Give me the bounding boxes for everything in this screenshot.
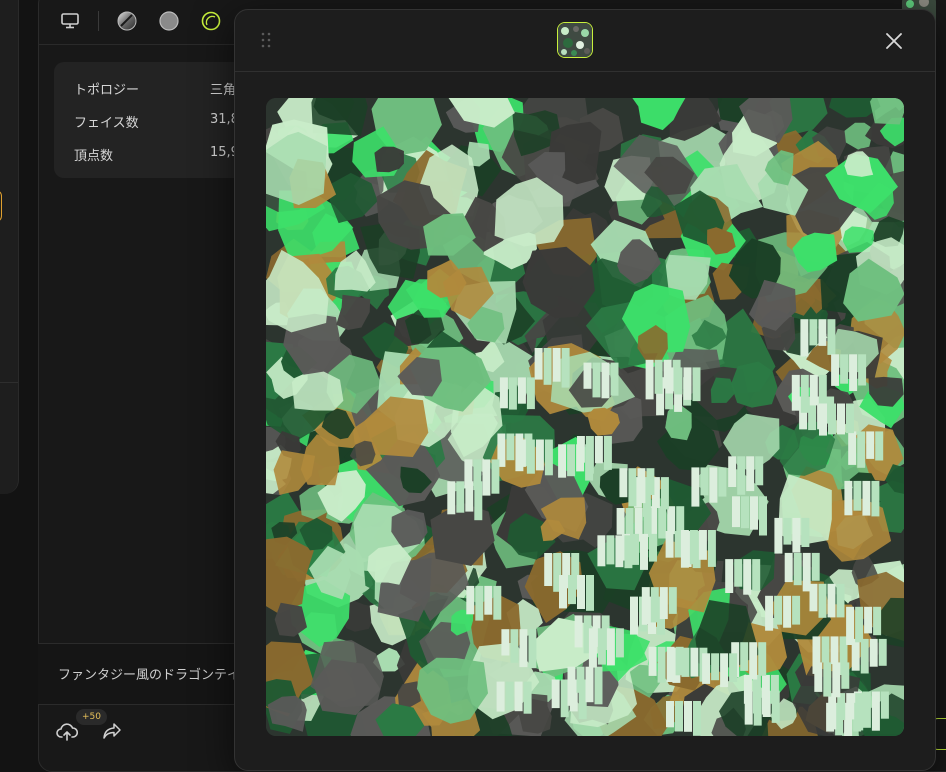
info-value-topology: 三角 (210, 83, 237, 98)
matcap-sphere-icon[interactable] (113, 7, 141, 35)
prompt-bar: ファンタジー風のドラゴンテイル( (38, 643, 258, 705)
left-sidebar (0, 0, 19, 494)
texture-atlas-image (266, 98, 904, 736)
close-icon[interactable] (883, 30, 905, 52)
ring-sphere-icon[interactable] (197, 7, 225, 35)
toolbar-divider (38, 44, 258, 45)
sidebar-divider (0, 382, 18, 383)
info-label-topology: トポロジー (74, 83, 140, 98)
sidebar-slot-active[interactable] (0, 190, 2, 222)
share-icon[interactable] (102, 722, 122, 744)
info-label-faces: フェイス数 (74, 116, 139, 131)
texture-preview-modal (234, 9, 936, 771)
drag-handle-icon[interactable] (261, 32, 271, 52)
prompt-text: ファンタジー風のドラゴンテイル( (58, 668, 259, 683)
monitor-icon[interactable] (56, 7, 84, 35)
modal-header (235, 10, 935, 72)
texture-thumbnail[interactable] (557, 22, 593, 58)
solid-sphere-icon[interactable] (155, 7, 183, 35)
upload-cloud-icon[interactable] (56, 722, 79, 746)
toolbar-separator (98, 11, 99, 31)
info-label-vertices: 頂点数 (74, 149, 114, 164)
